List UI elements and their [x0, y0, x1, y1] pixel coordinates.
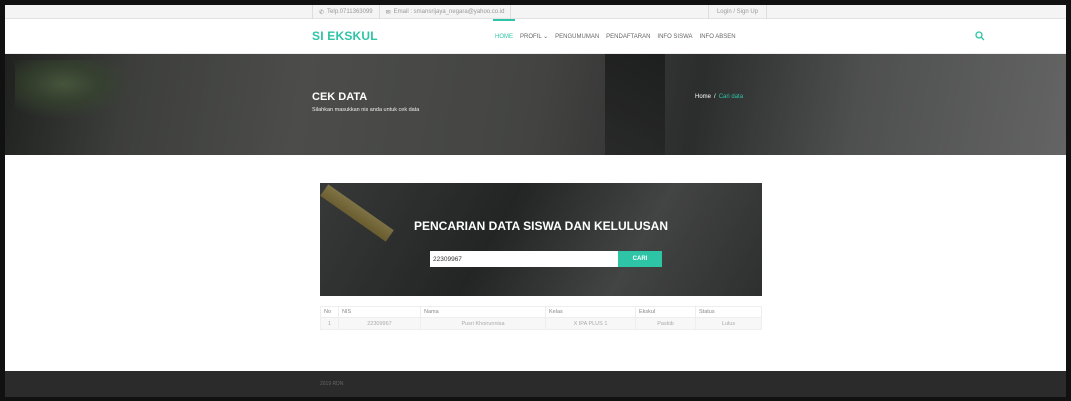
col-kelas: Kelas: [545, 306, 636, 318]
nav-item-info-siswa[interactable]: INFO SISWA: [657, 19, 692, 54]
table-row: 1 22309967 Pusri Khoirunnisa X IPA PLUS …: [320, 317, 762, 330]
email-text: Email : smansrijaya_negara@yahoo.co.id: [393, 9, 505, 15]
breadcrumb-separator: /: [714, 94, 716, 100]
page-subtitle: Silahkan masukkan nis anda untuk cek dat…: [312, 107, 420, 113]
nav-item-info-absen[interactable]: INFO ABSEN: [700, 19, 736, 54]
nis-search-input[interactable]: [430, 251, 618, 267]
breadcrumb-current: Cari data: [718, 94, 744, 100]
phone-text: Telp.0711363099: [327, 9, 373, 15]
nav-item-pengumuman[interactable]: PENGUMUMAN: [555, 19, 599, 54]
nav-item-home[interactable]: HOME: [493, 19, 515, 54]
cell-status: Lulus: [695, 317, 762, 330]
breadcrumb-home[interactable]: Home: [695, 94, 711, 100]
table-header-row: No NIS Nama Kelas Ekskul Status: [320, 306, 762, 318]
col-no: No: [320, 306, 339, 318]
search-panel-overlay: [320, 183, 762, 296]
col-status: Status: [695, 306, 762, 318]
cell-nama: Pusri Khoirunnisa: [420, 317, 546, 330]
page-header-banner: CEK DATA Silahkan masukkan nis anda untu…: [5, 54, 1066, 155]
site-brand[interactable]: SI EKSKUL: [312, 29, 378, 43]
banner-overlay: [5, 54, 1066, 155]
results-table: No NIS Nama Kelas Ekskul Status 1 223099…: [320, 306, 762, 330]
top-info-inner: ✆ Telp.0711363099 ✉ Email : smansrijaya_…: [312, 5, 767, 19]
top-info-bar: ✆ Telp.0711363099 ✉ Email : smansrijaya_…: [5, 5, 1066, 19]
main-navbar: SI EKSKUL HOME PROFIL ⌄ PENGUMUMAN PENDA…: [5, 19, 1066, 54]
breadcrumb: Home / Cari data: [695, 94, 743, 100]
cell-kelas: X IPA PLUS 1: [545, 317, 636, 330]
phone-info: ✆ Telp.0711363099: [313, 5, 380, 19]
cell-no: 1: [320, 317, 339, 330]
search-button[interactable]: CARI: [618, 251, 662, 267]
nav-item-pendaftaran[interactable]: PENDAFTARAN: [606, 19, 650, 54]
cell-nis: 22309967: [338, 317, 421, 330]
nav-menu: HOME PROFIL ⌄ PENGUMUMAN PENDAFTARAN INF…: [493, 19, 736, 54]
col-ekskul: Ekskul: [635, 306, 696, 318]
nav-item-profil[interactable]: PROFIL ⌄: [520, 19, 548, 54]
email-info: ✉ Email : smansrijaya_negara@yahoo.co.id: [380, 5, 512, 19]
envelope-icon: ✉: [385, 9, 391, 16]
page-footer: 2019 RDN: [5, 371, 1066, 397]
browser-page: ✆ Telp.0711363099 ✉ Email : smansrijaya_…: [5, 5, 1066, 397]
col-nama: Nama: [420, 306, 546, 318]
phone-icon: ✆: [319, 9, 325, 16]
search-title: PENCARIAN DATA SISWA DAN KELULUSAN: [414, 219, 668, 233]
search-panel: PENCARIAN DATA SISWA DAN KELULUSAN CARI: [320, 183, 762, 296]
footer-text: 2019 RDN: [320, 381, 344, 387]
col-nis: NIS: [338, 306, 421, 318]
login-link[interactable]: Login / Sign Up: [707, 5, 766, 19]
cell-ekskul: Paskib: [635, 317, 696, 330]
search-icon[interactable]: [975, 31, 985, 41]
page-title: CEK DATA: [312, 91, 368, 103]
